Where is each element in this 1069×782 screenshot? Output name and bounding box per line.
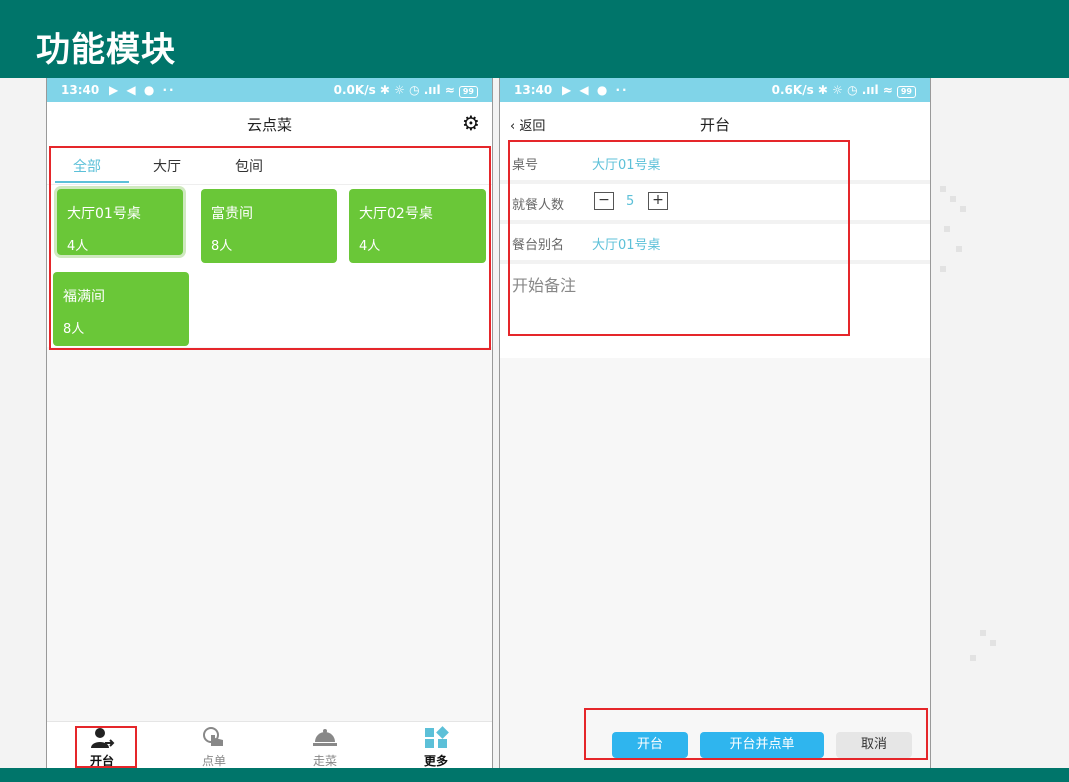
nav-serve[interactable]: 走菜 [295,726,355,768]
user-arrow-icon [91,728,115,748]
app-title: 云点菜 [246,116,292,134]
slide-header: 功能模块 [0,0,1069,78]
gear-icon[interactable]: ⚙ [460,112,482,134]
table-alias-value[interactable]: 大厅01号桌 [592,234,661,253]
table-seats: 4人 [67,239,89,254]
form-row-table: 桌号 大厅01号桌 [500,144,930,184]
nav-open-table[interactable]: 开台 [72,726,132,768]
slide-footer [0,768,1069,782]
active-tab-indicator [55,181,129,183]
table-name: 福满间 [63,289,105,305]
slide-title: 功能模块 [36,30,176,70]
battery-icon: 99 [458,86,478,98]
tab-all[interactable]: 全部 [73,156,101,176]
table-card[interactable]: 大厅01号桌 4人 [57,189,183,255]
table-card[interactable]: 福满间 8人 [53,272,189,346]
page-title: 开台 [699,116,730,134]
guest-count-label: 就餐人数 [512,198,565,213]
app-titlebar: 云点菜 ⚙ [47,102,492,144]
tab-private-room[interactable]: 包间 [235,156,263,176]
status-app-icons: ▶ ◀ ● ·· [562,83,629,97]
guest-count-value[interactable]: 5 [626,194,634,209]
open-table-form: 桌号 大厅01号桌 就餐人数 − 5 + 餐台别名 大厅01号桌 开始备注 [500,144,930,358]
hand-pointer-icon [203,727,223,746]
open-and-order-button[interactable]: 开台并点单 [700,732,824,758]
nav-label: 走菜 [312,754,337,768]
status-time: 13:40 [61,83,100,97]
status-bar: 13:40 ▶ ◀ ● ·· 0.0K/s ✱ ☼ ◷ .ııl ≈99 [47,78,492,102]
status-bar: 13:40 ▶ ◀ ● ·· 0.6K/s ✱ ☼ ◷ .ııl ≈99 [500,78,930,102]
form-row-alias: 餐台别名 大厅01号桌 [500,224,930,264]
cancel-button[interactable]: 取消 [836,732,912,758]
action-bar: 开台 开台并点单 取消 [500,722,930,768]
nav-label: 更多 [423,754,448,768]
nav-order[interactable]: 点单 [184,726,244,768]
app-titlebar: ‹ 返回 开台 [500,102,930,144]
phone-table-list: 13:40 ▶ ◀ ● ·· 0.0K/s ✱ ☼ ◷ .ııl ≈99 云点菜… [46,78,493,768]
minus-button[interactable]: − [594,192,614,210]
status-time: 13:40 [514,83,553,97]
status-indicators: 0.0K/s ✱ ☼ ◷ .ııl ≈99 [334,83,478,98]
table-number-value[interactable]: 大厅01号桌 [592,154,661,173]
table-name: 大厅02号桌 [359,206,433,222]
table-card[interactable]: 大厅02号桌 4人 [349,189,486,263]
tab-hall[interactable]: 大厅 [153,156,181,176]
serving-dish-icon [313,729,337,746]
table-seats: 8人 [211,239,233,254]
area-tabs: 全部 大厅 包间 [47,144,492,185]
table-seats: 4人 [359,239,381,254]
plus-button[interactable]: + [648,192,668,210]
battery-icon: 99 [896,86,916,98]
grid-more-icon [425,726,449,748]
table-number-label: 桌号 [512,158,539,173]
bottom-nav: 开台 点单 走菜 更多 [47,721,492,768]
table-name: 大厅01号桌 [67,206,141,222]
nav-label: 开台 [89,754,114,768]
table-alias-label: 餐台别名 [512,238,565,253]
nav-label: 点单 [201,754,226,768]
table-card[interactable]: 富贵间 8人 [201,189,337,263]
form-row-guests: 就餐人数 − 5 + [500,184,930,224]
status-indicators: 0.6K/s ✱ ☼ ◷ .ııl ≈99 [772,83,916,98]
table-name: 富贵间 [211,206,253,222]
table-grid: 大厅01号桌 4人 富贵间 8人 大厅02号桌 4人 福满间 8人 [47,185,492,347]
nav-more[interactable]: 更多 [406,726,466,768]
remark-input[interactable]: 开始备注 [512,272,576,296]
table-seats: 8人 [63,322,85,337]
phone-open-table: 13:40 ▶ ◀ ● ·· 0.6K/s ✱ ☼ ◷ .ııl ≈99 ‹ 返… [499,78,931,768]
open-table-button[interactable]: 开台 [612,732,688,758]
status-app-icons: ▶ ◀ ● ·· [109,83,176,97]
